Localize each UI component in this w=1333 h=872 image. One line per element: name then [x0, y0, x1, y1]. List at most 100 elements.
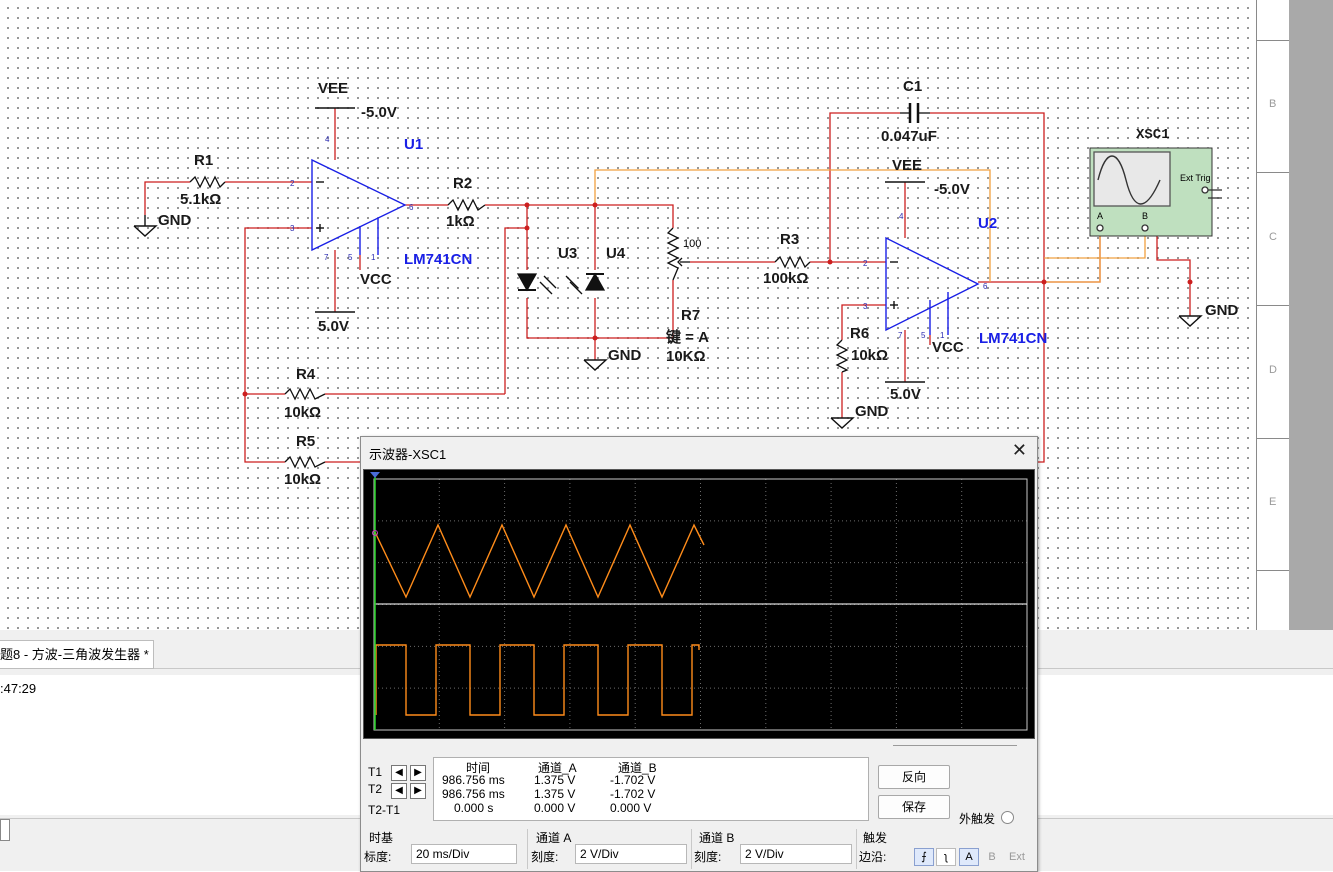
t1-channel-a: 1.375 V — [534, 773, 576, 787]
r1-name[interactable]: R1 — [194, 153, 213, 169]
r2-value: 1kΩ — [446, 213, 475, 230]
timebase-scale-label: 标度: — [364, 850, 392, 864]
t2-channel-b: -1.702 V — [610, 787, 656, 801]
vcc-label: VCC — [932, 339, 964, 356]
power-symbols — [133, 107, 1203, 429]
u4-label[interactable]: U4 — [606, 246, 625, 262]
xsc1-channel-a: A — [1097, 211, 1104, 221]
r4-value: 10kΩ — [284, 404, 322, 421]
oscilloscope-screen[interactable] — [363, 469, 1035, 739]
channel-b-scale-field[interactable]: 2 V/Div — [740, 844, 852, 864]
r3-value: 100kΩ — [763, 270, 809, 287]
timebase-scale-field[interactable]: 20 ms/Div — [411, 844, 517, 864]
channel-a-title: 通道 A — [536, 831, 572, 845]
r4-name[interactable]: R4 — [296, 367, 315, 383]
close-button[interactable]: ✕ — [1012, 440, 1027, 461]
channel-a-scale-field[interactable]: 2 V/Div — [575, 844, 687, 864]
falling-edge-button[interactable]: ʅ — [936, 848, 956, 866]
divider — [691, 829, 692, 869]
u1-label[interactable]: U1 — [404, 137, 423, 153]
c1-name[interactable]: C1 — [903, 79, 922, 95]
wire-junctions — [242, 202, 1193, 397]
r2-name[interactable]: R2 — [453, 176, 472, 192]
pin-number: 4 — [325, 135, 330, 144]
pin-number: 5 — [921, 331, 926, 340]
pin-number: 3 — [863, 302, 868, 311]
channel-b-trace — [375, 644, 700, 716]
r6-name[interactable]: R6 — [850, 326, 869, 342]
channel-a-trace — [373, 523, 705, 599]
r1-value: 5.1kΩ — [180, 191, 222, 208]
xsc1-ext-trig: Ext Trig — [1180, 173, 1211, 183]
channel-b-scale-label: 刻度: — [694, 850, 722, 864]
vcc-value: 5.0V — [318, 318, 349, 335]
log-timestamp: :47:29 — [0, 681, 37, 696]
delta-channel-a: 0.000 V — [534, 801, 576, 815]
u2-model: LM741CN — [979, 330, 1048, 347]
ext-trigger-label: 外触发 — [959, 812, 996, 826]
trigger-source-b[interactable]: B — [982, 848, 1002, 866]
gnd-label: GND — [158, 212, 192, 229]
pin-number: 6 — [983, 282, 988, 291]
r5-name[interactable]: R5 — [296, 434, 315, 450]
trigger-title: 触发 — [863, 831, 888, 845]
save-button[interactable]: 保存 — [878, 795, 950, 819]
ext-trigger-radio[interactable] — [1001, 811, 1014, 824]
rising-edge-button[interactable]: ⨍ — [914, 848, 934, 866]
divider — [527, 829, 528, 869]
vee-value: -5.0V — [934, 181, 970, 198]
divider — [856, 829, 857, 869]
pin-number: 1 — [371, 253, 376, 262]
vcc-label: VCC — [360, 271, 392, 288]
vee-label: VEE — [892, 157, 923, 174]
xsc1-channel-b: B — [1142, 211, 1149, 221]
trigger-edge-label: 边沿: — [859, 850, 887, 864]
workspace-scroll-area — [1289, 0, 1333, 630]
panel-tab[interactable] — [0, 819, 10, 841]
wires-orange — [594, 169, 1146, 283]
t2-right-arrow[interactable]: ▶ — [410, 783, 426, 799]
pin-number: 3 — [290, 224, 295, 233]
trigger-source-a[interactable]: A — [959, 848, 979, 866]
pin-number: 2 — [863, 259, 868, 268]
timebase-title: 时基 — [369, 831, 394, 845]
divider — [893, 745, 1017, 746]
u3-label[interactable]: U3 — [558, 246, 577, 262]
r3-name[interactable]: R3 — [780, 232, 799, 248]
oscilloscope-window[interactable]: 示波器-XSC1 ✕ T1 ◀ ▶ T2 ◀ ▶ T2-T1 时间 通道_A 通… — [360, 436, 1038, 872]
pin-number: 4 — [899, 212, 904, 221]
cursor-readout-table: 时间 通道_A 通道_B 986.756 ms 1.375 V -1.702 V… — [433, 757, 869, 821]
scope-display — [370, 472, 1028, 731]
t1-left-arrow[interactable]: ◀ — [391, 765, 407, 781]
pin-number: 7 — [324, 253, 329, 262]
channel-b-title: 通道 B — [699, 831, 735, 845]
cursor-t1-marker — [370, 472, 380, 478]
t2-left-arrow[interactable]: ◀ — [391, 783, 407, 799]
r7-percent: 100 — [683, 238, 702, 250]
gnd-label: GND — [1205, 302, 1239, 319]
t2-channel-a: 1.375 V — [534, 787, 576, 801]
design-tab[interactable]: 题8 - 方波-三角波发生器 * — [0, 640, 154, 669]
t1-time: 986.756 ms — [442, 773, 505, 787]
u2-label[interactable]: U2 — [978, 216, 997, 232]
trigger-source-ext[interactable]: Ext — [1004, 848, 1030, 866]
pin-number: 2 — [290, 179, 295, 188]
r7-key: 键 = A — [666, 329, 709, 346]
u1-model: LM741CN — [404, 251, 473, 268]
vee-value: -5.0V — [361, 104, 397, 121]
diodes — [516, 272, 606, 295]
channel-a-scale-label: 刻度: — [531, 850, 559, 864]
vcc-value: 5.0V — [890, 386, 921, 403]
gnd-label: GND — [855, 403, 889, 420]
t1-right-arrow[interactable]: ▶ — [410, 765, 426, 781]
delta-channel-b: 0.000 V — [610, 801, 652, 815]
resistors — [189, 175, 849, 469]
delta-time: 0.000 s — [454, 801, 494, 815]
reverse-button[interactable]: 反向 — [878, 765, 950, 789]
gnd-label: GND — [608, 347, 642, 364]
xsc1-name[interactable]: XSC1 — [1136, 127, 1170, 143]
oscilloscope-icon — [1089, 147, 1222, 237]
opamps — [311, 158, 980, 335]
r7-name[interactable]: R7 — [681, 308, 700, 324]
pin-number: 6 — [409, 203, 414, 212]
